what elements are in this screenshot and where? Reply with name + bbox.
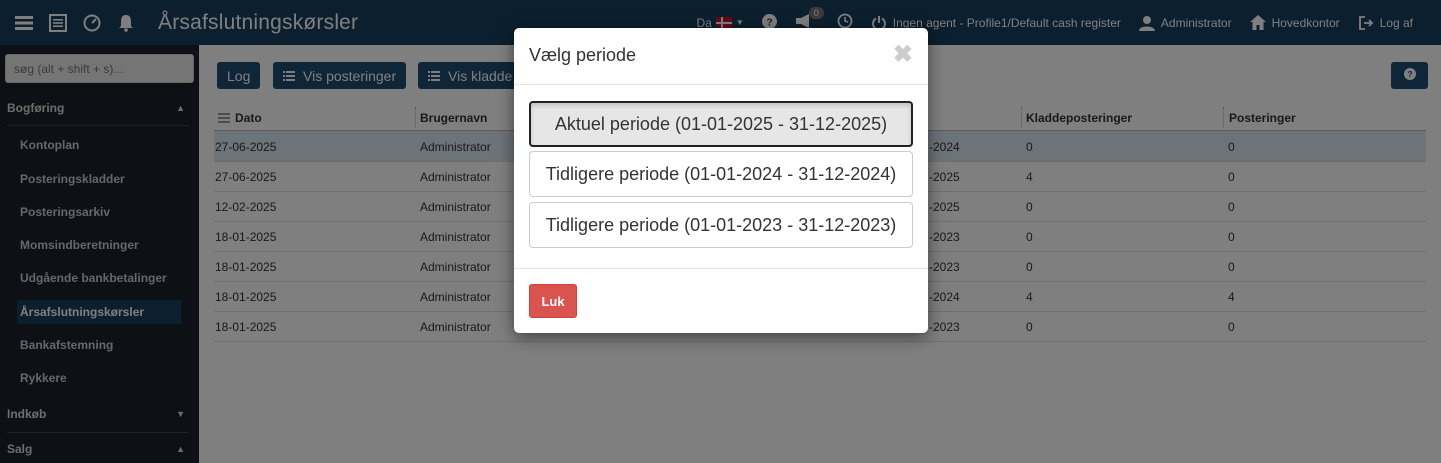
period-option-2023[interactable]: Tidligere periode (01-01-2023 - 31-12-20… xyxy=(529,202,913,248)
period-option-current[interactable]: Aktuel periode (01-01-2025 - 31-12-2025) xyxy=(529,101,913,147)
modal-footer-divider xyxy=(514,268,928,269)
period-modal: Vælg periode ✖ Aktuel periode (01-01-202… xyxy=(514,28,928,333)
period-option-2024[interactable]: Tidligere periode (01-01-2024 - 31-12-20… xyxy=(529,151,913,197)
close-icon[interactable]: ✖ xyxy=(893,40,913,69)
close-button[interactable]: Luk xyxy=(529,284,577,318)
modal-header-divider xyxy=(514,84,928,85)
modal-title: Vælg periode xyxy=(529,45,637,65)
